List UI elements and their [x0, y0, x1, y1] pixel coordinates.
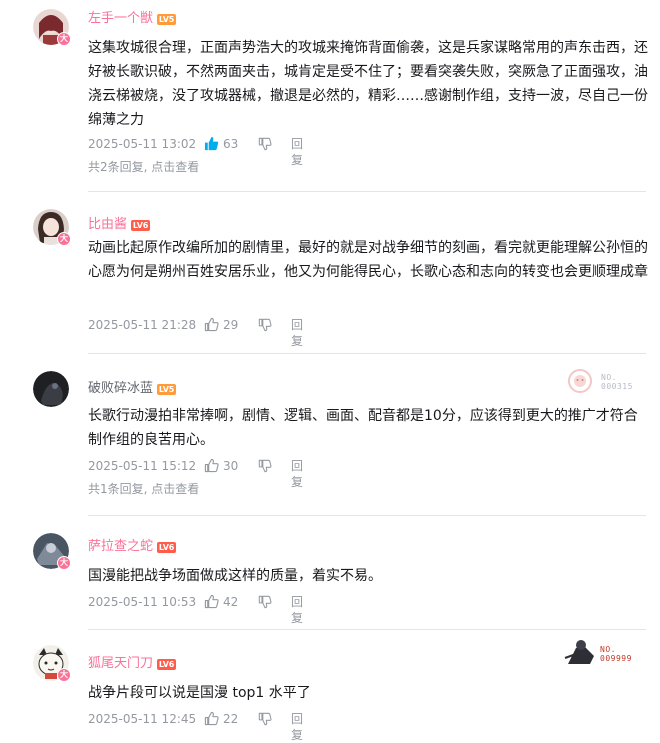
- comment-time: 2025-05-11 10:53: [88, 595, 197, 609]
- reply-button[interactable]: 回复: [291, 136, 303, 168]
- comment-item: 破败碎冰蓝 LV5 NO. 000315 长歌行动漫拍非常捧啊，剧情、逻辑、画面…: [0, 362, 660, 522]
- username[interactable]: 萨拉查之蛇: [88, 539, 153, 555]
- avatar[interactable]: 大: [33, 209, 71, 246]
- thumb-up-icon: [204, 594, 219, 609]
- fan-badge: NO. 000315: [566, 367, 646, 397]
- like-button[interactable]: 30: [204, 458, 238, 474]
- vip-badge-icon: 大: [57, 556, 71, 570]
- reply-button[interactable]: 回复: [291, 317, 303, 349]
- divider: [88, 515, 646, 516]
- thumb-up-icon: [204, 317, 219, 332]
- comment-time: 2025-05-11 15:12: [88, 459, 197, 473]
- comment-text: 长歌行动漫拍非常捧啊，剧情、逻辑、画面、配音都是10分，应该得到更大的推广才符合…: [88, 408, 638, 448]
- like-button[interactable]: 42: [204, 594, 238, 610]
- avatar-image: [33, 371, 69, 407]
- divider: [88, 353, 646, 354]
- thumb-down-icon: [258, 318, 272, 332]
- level-badge: LV6: [131, 220, 150, 231]
- username[interactable]: 狐尾天门刀: [88, 656, 153, 672]
- fan-badge-icon: [564, 640, 594, 664]
- thumb-down-icon: [258, 459, 272, 473]
- reply-button[interactable]: 回复: [291, 711, 303, 743]
- like-button[interactable]: 22: [204, 711, 238, 727]
- fan-badge-number: NO. 009999: [600, 645, 632, 663]
- like-count: 30: [223, 459, 239, 473]
- comment-time: 2025-05-11 13:02: [88, 137, 197, 151]
- level-badge: LV5: [157, 384, 176, 395]
- level-badge: LV5: [157, 14, 176, 25]
- thumb-up-icon: [204, 711, 219, 726]
- dislike-button[interactable]: [258, 458, 272, 474]
- thumb-down-icon: [258, 595, 272, 609]
- username[interactable]: 比由酱: [88, 217, 127, 233]
- like-button[interactable]: 63: [204, 136, 238, 152]
- username[interactable]: 左手一个獣: [88, 11, 153, 27]
- vip-badge-icon: 大: [57, 668, 71, 682]
- dislike-button[interactable]: [258, 711, 272, 727]
- comment-item: 大 萨拉查之蛇 LV6 国漫能把战争场面做成这样的质量，着实不易。 2025-0…: [0, 524, 660, 626]
- comment-time: 2025-05-11 21:28: [88, 318, 197, 332]
- avatar[interactable]: [33, 371, 69, 407]
- vip-badge-icon: 大: [57, 32, 71, 46]
- level-badge: LV6: [157, 542, 176, 553]
- avatar[interactable]: 大: [33, 645, 71, 682]
- comment-text: 战争片段可以说是国漫 top1 水平了: [88, 685, 311, 701]
- divider: [88, 629, 646, 630]
- dislike-button[interactable]: [258, 136, 272, 152]
- fan-badge: NO. 009999: [564, 636, 646, 670]
- comment-item: 大 狐尾天门刀 LV6 NO. 009999 战争片段可以说是国漫 top1 水…: [0, 636, 660, 743]
- fan-badge-number: NO. 000315: [601, 373, 633, 391]
- fan-badge-icon: [568, 369, 592, 393]
- view-replies-link[interactable]: 共1条回复, 点击查看: [88, 481, 199, 497]
- thumb-down-icon: [258, 137, 272, 151]
- vip-badge-icon: 大: [57, 232, 71, 246]
- comment-item: 大 比由酱 LV6 动画比起原作改编所加的剧情里，最好的就是对战争细节的刻画，看…: [0, 200, 660, 348]
- comment-time: 2025-05-11 12:45: [88, 712, 197, 726]
- divider: [88, 191, 646, 192]
- level-badge: LV6: [157, 659, 176, 670]
- comment-text: 这集攻城很合理，正面声势浩大的攻城来掩饰背面偷袭，这是兵家谋略常用的声东击西，还…: [88, 40, 648, 128]
- thumb-down-icon: [258, 712, 272, 726]
- view-replies-link[interactable]: 共2条回复, 点击查看: [88, 159, 199, 175]
- avatar[interactable]: 大: [33, 9, 71, 46]
- comment-item: 大 左手一个獣 LV5 这集攻城很合理，正面声势浩大的攻城来掩饰背面偷袭，这是兵…: [0, 0, 660, 200]
- like-count: 22: [223, 712, 239, 726]
- reply-button[interactable]: 回复: [291, 594, 303, 626]
- like-count: 42: [223, 595, 239, 609]
- comment-text: 国漫能把战争场面做成这样的质量，着实不易。: [88, 568, 382, 584]
- avatar[interactable]: 大: [33, 533, 71, 570]
- like-count: 29: [223, 318, 239, 332]
- like-count: 63: [223, 137, 239, 151]
- like-button[interactable]: 29: [204, 317, 238, 333]
- dislike-button[interactable]: [258, 317, 272, 333]
- reply-button[interactable]: 回复: [291, 458, 303, 490]
- thumb-up-icon: [204, 136, 219, 151]
- dislike-button[interactable]: [258, 594, 272, 610]
- username[interactable]: 破败碎冰蓝: [88, 381, 153, 397]
- thumb-up-icon: [204, 458, 219, 473]
- comment-text: 动画比起原作改编所加的剧情里，最好的就是对战争细节的刻画，看完就更能理解公孙恒的…: [88, 240, 648, 280]
